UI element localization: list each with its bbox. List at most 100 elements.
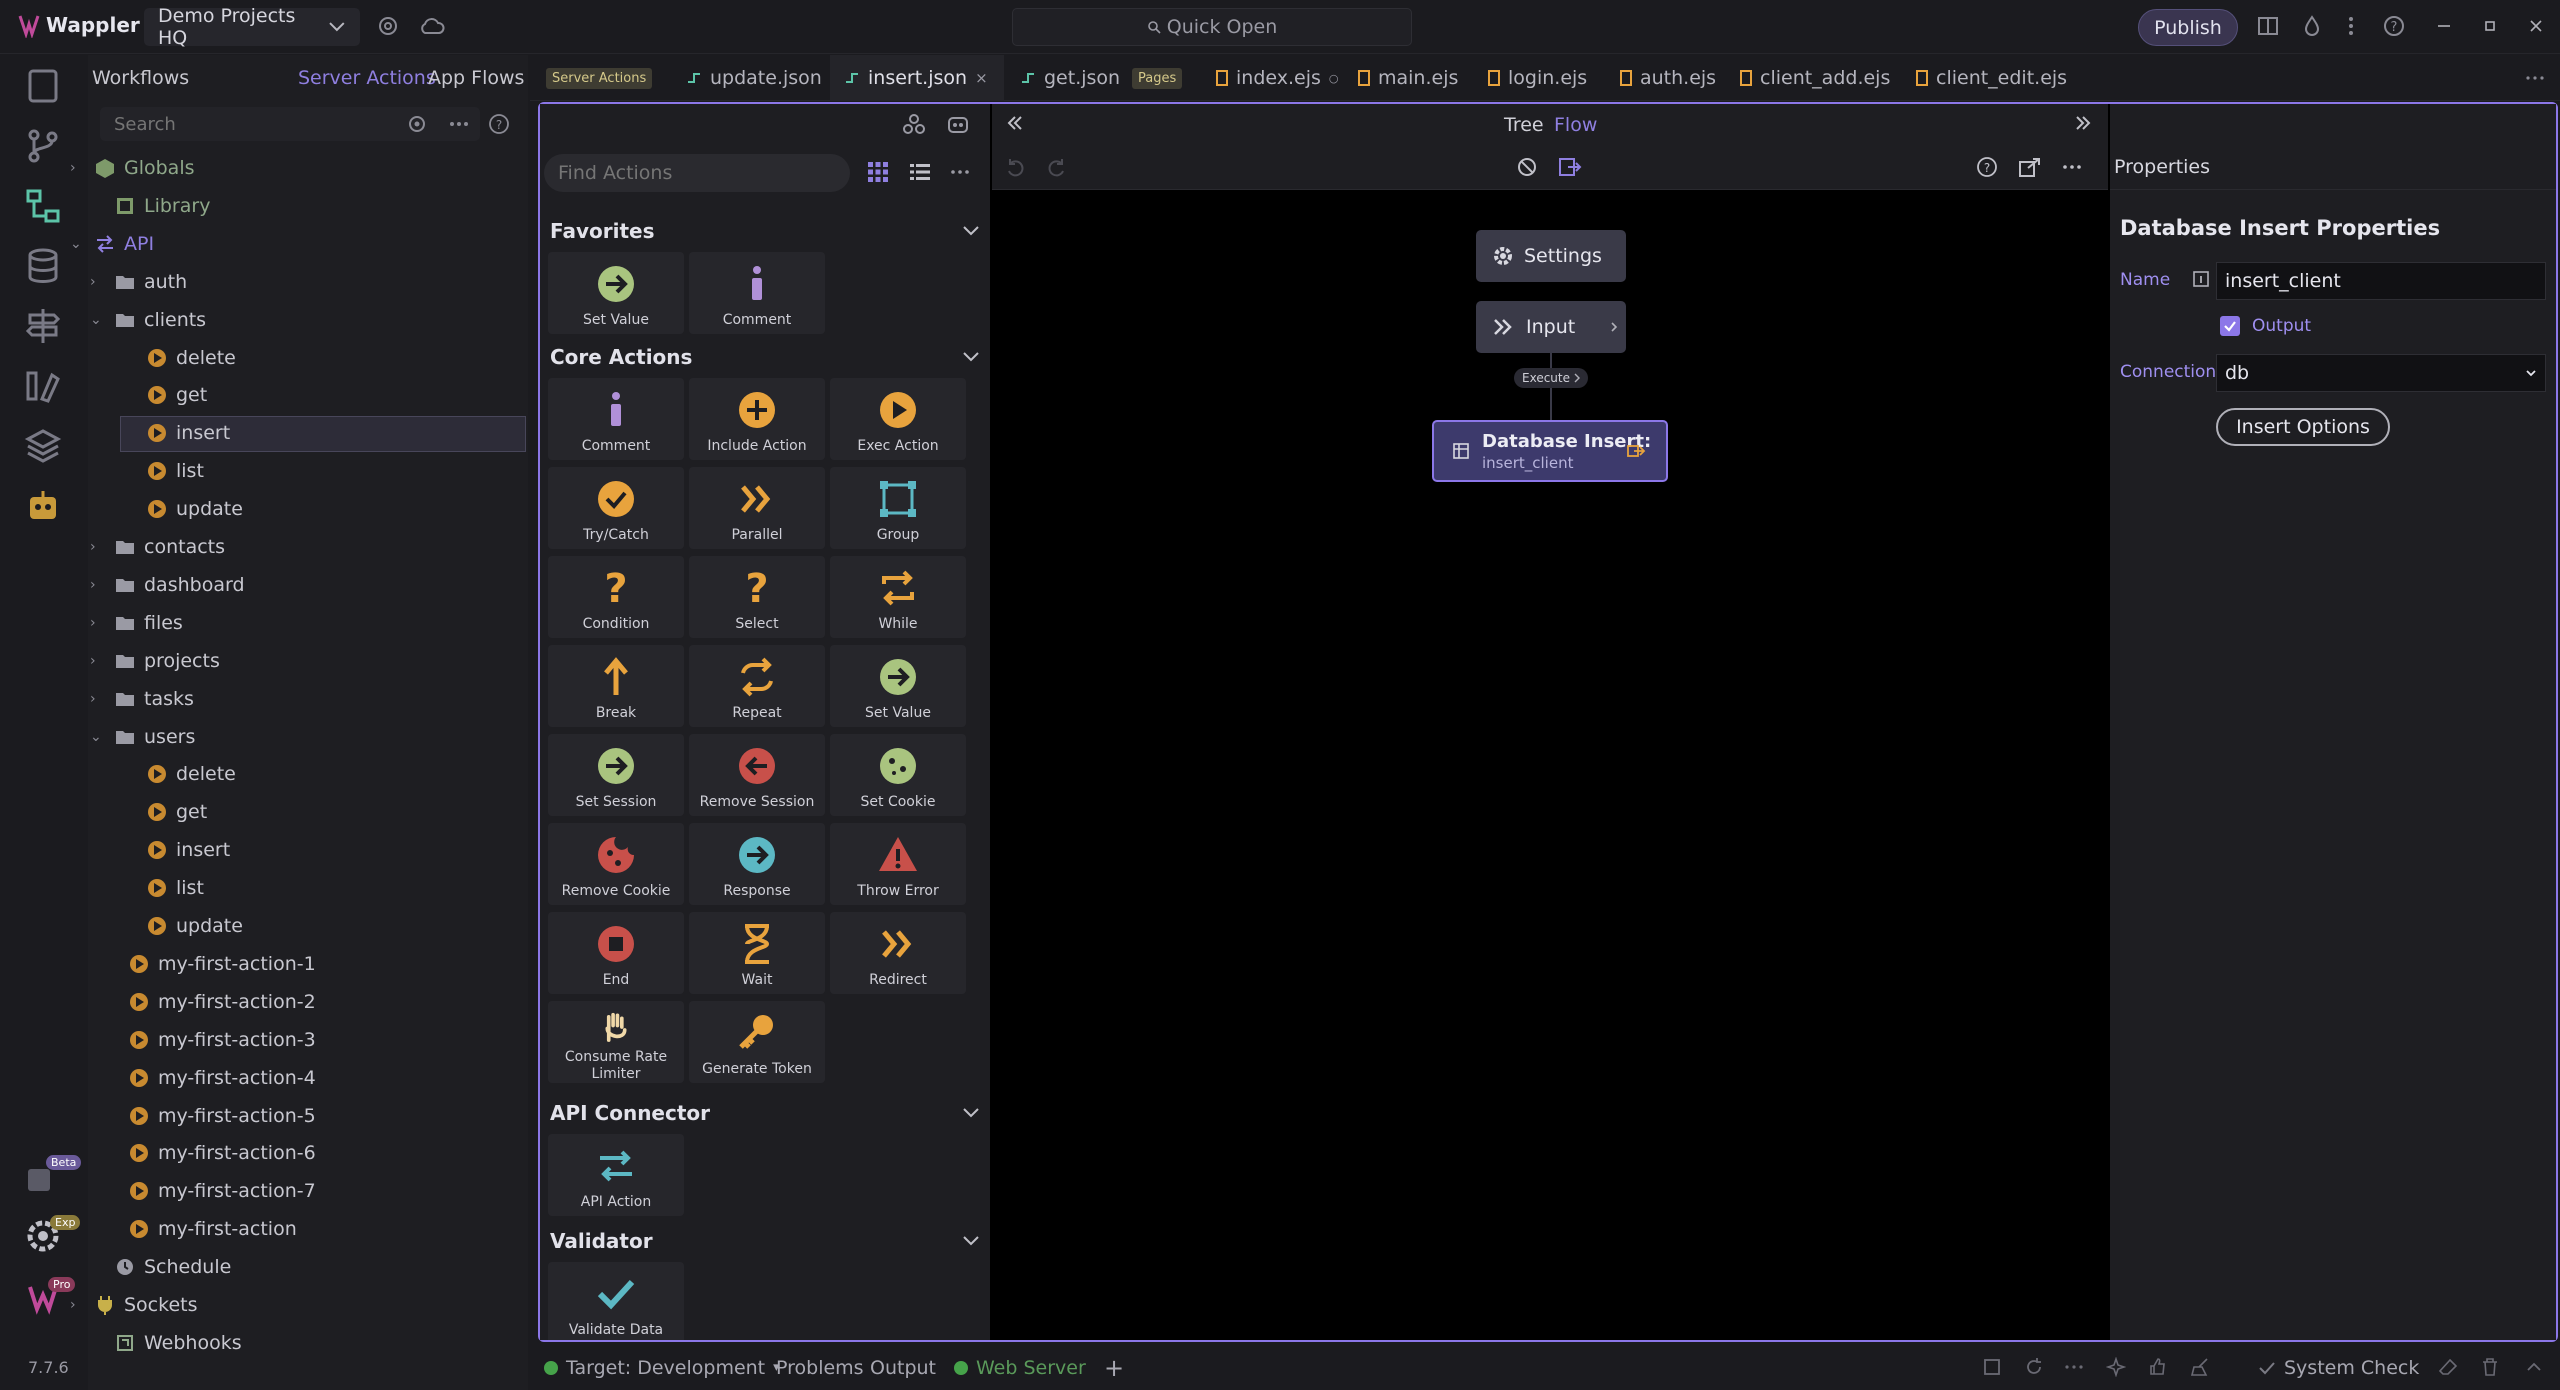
tree-item[interactable]: › contacts	[90, 530, 225, 564]
help-icon[interactable]: ?	[2382, 14, 2406, 38]
project-select[interactable]: Demo Projects HQ	[144, 5, 360, 49]
output-checkbox[interactable]	[2220, 316, 2240, 336]
chevron-right-icon[interactable]: ›	[90, 653, 106, 669]
filter-settings-icon[interactable]	[406, 113, 428, 135]
ai-robot-icon[interactable]	[946, 112, 970, 136]
action-tile[interactable]: Set Cookie	[830, 734, 966, 816]
drop-icon[interactable]	[2300, 14, 2324, 38]
action-tile[interactable]: Generate Token	[689, 1001, 825, 1083]
action-tile[interactable]: Group	[830, 467, 966, 549]
chevron-right-icon[interactable]: ›	[70, 1297, 86, 1313]
chevron-down-icon[interactable]: ⌄	[90, 729, 106, 745]
action-tile[interactable]: Response	[689, 823, 825, 905]
refresh-icon[interactable]	[2024, 1357, 2044, 1377]
workflows-icon[interactable]	[22, 185, 64, 227]
tree-item[interactable]: update	[146, 909, 243, 943]
tree-item[interactable]: ⌄ users	[90, 720, 195, 754]
tree-item[interactable]: my-first-action-1	[128, 947, 316, 981]
tree-item[interactable]: delete	[146, 757, 236, 791]
tree-item[interactable]: my-first-action-3	[128, 1023, 316, 1057]
restore-icon[interactable]	[2480, 16, 2500, 36]
action-tile[interactable]: Set Session	[548, 734, 684, 816]
tree-item[interactable]: › Globals	[70, 151, 195, 185]
chevron-right-icon[interactable]: ›	[90, 577, 106, 593]
tree-item[interactable]: my-first-action-6	[128, 1136, 316, 1170]
action-tile[interactable]: Set Value	[548, 252, 684, 334]
grid-view-icon[interactable]	[866, 160, 890, 184]
tab-app-flows[interactable]: App Flows	[428, 67, 524, 89]
gear-icon[interactable]	[376, 14, 400, 38]
action-tile[interactable]: Consume Rate Limiter	[548, 1001, 684, 1083]
tab-client-edit-ejs[interactable]: client_edit.ejs	[1902, 55, 2081, 101]
tree-item[interactable]: update	[146, 492, 243, 526]
tab-close-icon[interactable]: ×	[975, 69, 988, 87]
minimize-icon[interactable]	[2434, 16, 2454, 36]
tree-item[interactable]: › tasks	[90, 682, 194, 716]
find-actions[interactable]	[544, 154, 850, 192]
tab-server-actions[interactable]: Server Actions	[298, 67, 436, 89]
connection-select[interactable]: db	[2216, 354, 2546, 392]
tree-item[interactable]: list	[146, 454, 204, 488]
chevron-down-icon[interactable]: ⌄	[70, 236, 86, 252]
layout-icon[interactable]	[2256, 14, 2280, 38]
output-export-icon[interactable]	[1558, 156, 1582, 178]
action-tile[interactable]: Remove Session	[689, 734, 825, 816]
square-icon[interactable]	[1982, 1357, 2002, 1377]
add-terminal-icon[interactable]: +	[1104, 1354, 1124, 1382]
quick-open[interactable]: Quick Open	[1012, 8, 1412, 46]
list-view-icon[interactable]	[908, 160, 932, 184]
tree-item[interactable]: Library	[114, 189, 210, 223]
tree-item[interactable]: Webhooks	[114, 1326, 242, 1360]
category-core-actions[interactable]: Core Actions	[550, 342, 980, 372]
resources-icon[interactable]	[22, 365, 64, 407]
tree-item[interactable]: ⌄ clients	[90, 303, 206, 337]
chevron-right-icon[interactable]: ›	[90, 539, 106, 555]
action-tile[interactable]: While	[830, 556, 966, 638]
tree-item[interactable]: list	[146, 871, 204, 905]
action-tile[interactable]: Wait	[689, 912, 825, 994]
layers-icon[interactable]	[22, 425, 64, 467]
tree-item[interactable]: › files	[90, 606, 183, 640]
action-tile[interactable]: Remove Cookie	[548, 823, 684, 905]
chevron-right-icon[interactable]: ›	[90, 691, 106, 707]
redo-icon[interactable]	[1046, 156, 1068, 178]
action-tile[interactable]: Include Action	[689, 378, 825, 460]
tab-auth-ejs[interactable]: auth.ejs	[1606, 55, 1730, 101]
tab-main-ejs[interactable]: main.ejs	[1344, 55, 1472, 101]
chevron-right-icon[interactable]: ›	[90, 274, 106, 290]
input-node[interactable]: Input	[1476, 301, 1626, 353]
canvas-help-icon[interactable]: ?	[1976, 156, 1998, 178]
broom-icon[interactable]	[2190, 1357, 2210, 1377]
category-favorites[interactable]: Favorites	[550, 216, 980, 246]
tree-item[interactable]: insert	[146, 833, 230, 867]
target-selector[interactable]: Target: Development ▾	[544, 1357, 780, 1379]
system-check[interactable]: System Check	[2258, 1357, 2419, 1379]
problems-tab[interactable]: Problems	[776, 1357, 864, 1379]
tree-item[interactable]: my-first-action-7	[128, 1174, 316, 1208]
git-icon[interactable]	[22, 125, 64, 167]
category-api-connector[interactable]: API Connector	[550, 1098, 980, 1128]
execute-badge[interactable]: Execute	[1514, 368, 1588, 388]
undo-icon[interactable]	[1004, 156, 1026, 178]
chevron-up-icon[interactable]	[2524, 1357, 2544, 1377]
tree-item[interactable]: my-first-action	[128, 1212, 297, 1246]
find-actions-input[interactable]	[558, 162, 836, 184]
action-tile[interactable]: End	[548, 912, 684, 994]
output-tab[interactable]: Output	[870, 1357, 936, 1379]
status-more-icon[interactable]	[2064, 1357, 2084, 1377]
close-icon[interactable]	[2526, 16, 2546, 36]
collapse-right-icon[interactable]	[2074, 114, 2092, 132]
database-insert-node[interactable]: Database Insert: insert_client	[1432, 420, 1668, 482]
trash-icon[interactable]	[2480, 1357, 2500, 1377]
action-tile[interactable]: Redirect	[830, 912, 966, 994]
robot-icon[interactable]	[22, 485, 64, 527]
pages-icon[interactable]	[22, 65, 64, 107]
tree-item[interactable]: › projects	[90, 644, 220, 678]
tree-item[interactable]: my-first-action-2	[128, 985, 316, 1019]
tree-item[interactable]: › Sockets	[70, 1288, 198, 1322]
insert-options-button[interactable]: Insert Options	[2216, 408, 2390, 446]
settings-node[interactable]: Settings	[1476, 230, 1626, 282]
more-vertical-icon[interactable]	[2346, 14, 2356, 38]
action-tile[interactable]: Throw Error	[830, 823, 966, 905]
action-tile[interactable]: Try/Catch	[548, 467, 684, 549]
